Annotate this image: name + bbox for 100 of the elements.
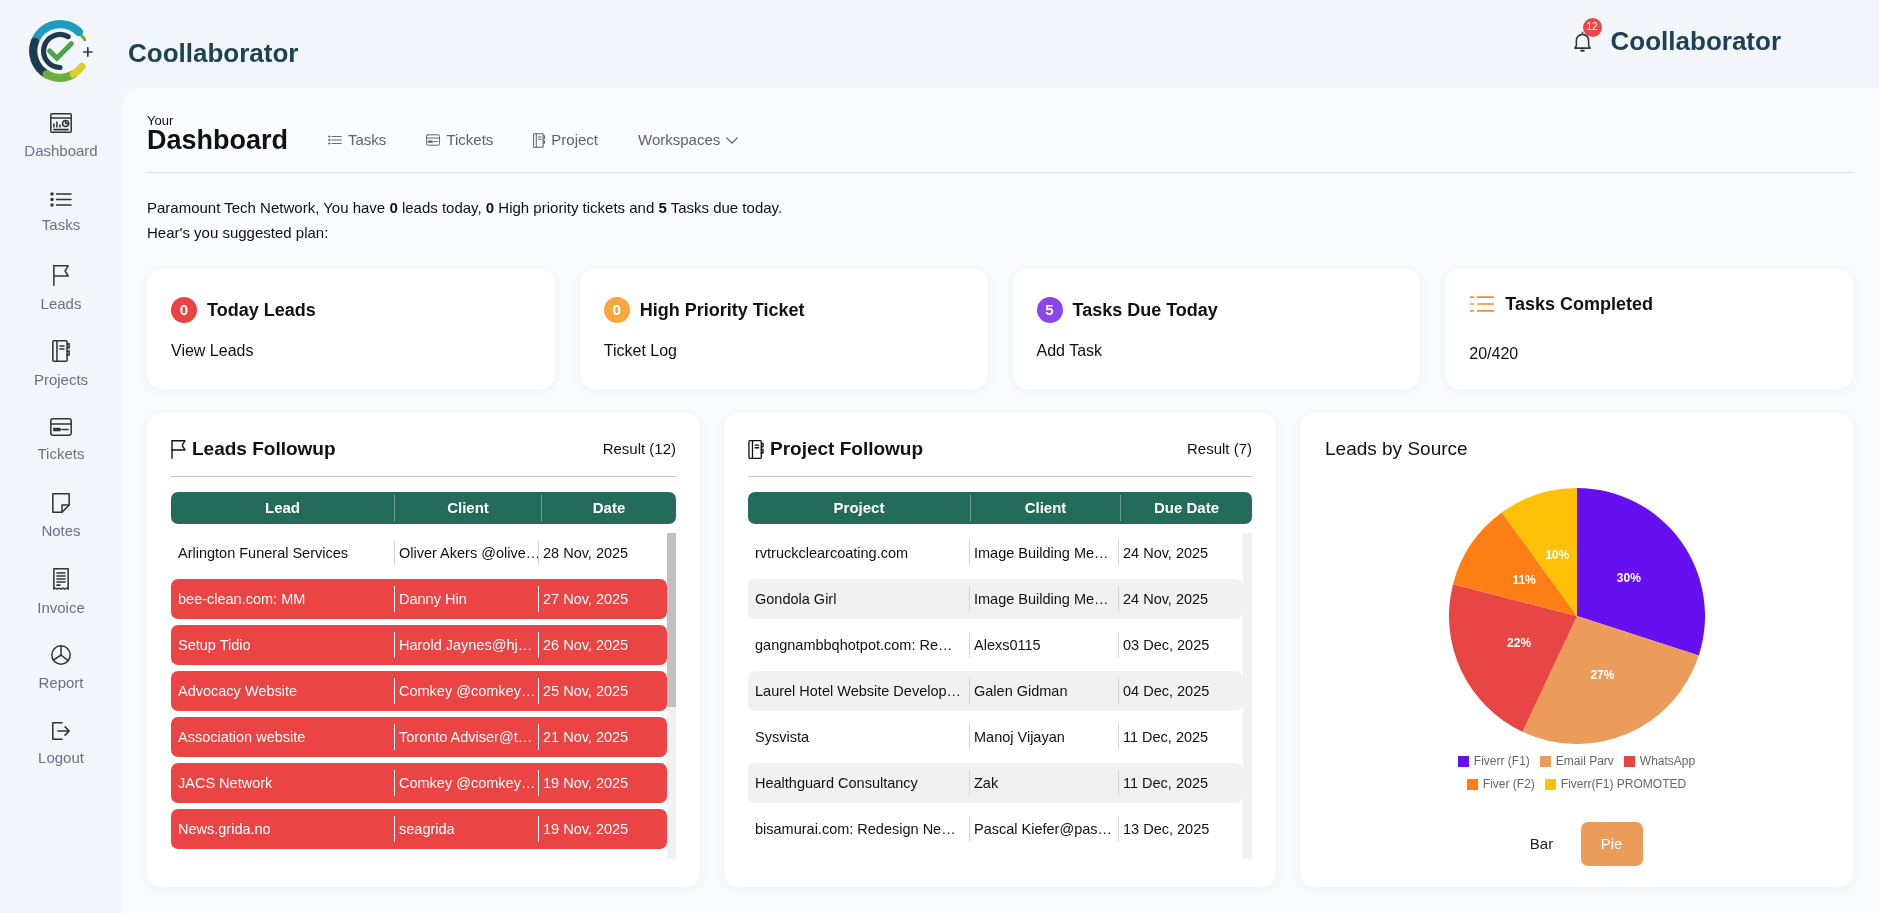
sidebar-item[interactable]: Dashboard [5, 100, 117, 176]
list-icon [50, 191, 72, 207]
table-row[interactable]: Healthguard Consultancy Zak 11 Dec, 2025 [748, 763, 1243, 803]
column-header[interactable]: Lead [171, 495, 394, 521]
table-cell-text: Setup Tidio [178, 636, 252, 655]
table-cell-text: bisamurai.com: Redesign Ne… [755, 820, 957, 839]
table-cell: Zak [969, 770, 1118, 796]
table-cell: Image Building Me… [969, 540, 1118, 566]
logout-icon [52, 722, 70, 741]
legend-label[interactable]: Fiver (F2) [1482, 773, 1535, 796]
table-cell: Harold Jaynes@hj… [394, 632, 538, 658]
column-header[interactable]: Client [970, 495, 1120, 521]
sidebar-item[interactable]: Invoice [5, 556, 117, 632]
scrollbar-thumb[interactable] [667, 533, 676, 707]
notification-badge: 12 [1582, 17, 1602, 37]
notebook-icon [52, 340, 70, 363]
bell-icon[interactable] [1573, 30, 1591, 52]
legend-label[interactable]: WhatsApp [1639, 750, 1696, 773]
table-cell-text: News.grida.no [178, 820, 272, 839]
count-badge: 0 [171, 297, 197, 323]
chart-type-button[interactable]: Bar [1510, 822, 1573, 866]
column-header[interactable]: Client [394, 495, 541, 521]
table-cell: Image Building Me… [969, 586, 1118, 612]
dashboard-icon [50, 113, 72, 134]
pie-chart-icon [51, 645, 71, 666]
sidebar-item[interactable]: Leads [5, 252, 117, 328]
column-header[interactable]: Date [541, 495, 676, 521]
card-title: Tasks Completed [1505, 292, 1653, 316]
section-title: Project Followup [770, 436, 924, 461]
dropdown-tab[interactable]: Workspaces [638, 128, 739, 152]
table-cell-text: Gondola Girl [755, 590, 838, 609]
table-row[interactable]: bee-clean.com: MM Danny Hin 27 Nov, 2025 [171, 579, 667, 619]
flag-icon [171, 439, 186, 459]
nav-tab[interactable]: Project [533, 128, 598, 152]
nav-tab[interactable]: Tickets [426, 128, 494, 152]
slice-label: 22% [1506, 636, 1531, 651]
card-link[interactable]: Add Task [1036, 340, 1103, 362]
legend-label[interactable]: Fiverr (F1) [1473, 750, 1530, 773]
chart-title: Leads by Source [1324, 437, 1469, 461]
sidebar-item[interactable]: Tasks [5, 176, 117, 252]
table-cell-text: Healthguard Consultancy [755, 774, 919, 793]
table-cell-text: Arlington Funeral Services [178, 544, 350, 563]
table-row[interactable]: Advocacy Website Comkey @comkey… 25 Nov, 2025 [171, 671, 667, 711]
table-cell-text: Advocacy Website [178, 682, 298, 701]
card-icon [426, 134, 441, 146]
table-cell: Danny Hin [394, 586, 538, 612]
table-cell: Comkey @comkey… [394, 770, 538, 796]
page-title: Dashboard [147, 128, 289, 152]
app-title: Coollaborator [128, 38, 299, 68]
flag-icon [53, 264, 69, 286]
notebook-icon [533, 132, 546, 148]
chevron-down-icon [726, 136, 739, 144]
table-cell: Oliver Akers @olive… [394, 540, 538, 566]
count-badge: 0 [603, 297, 630, 323]
logo-icon [28, 19, 94, 83]
nav-tab[interactable]: Tasks [328, 128, 387, 152]
table-cell: Comkey @comkey… [394, 678, 538, 704]
card-title: Today Leads [207, 298, 316, 322]
card-link[interactable]: Ticket Log [603, 340, 677, 362]
table-cell: seagrida [394, 816, 538, 842]
table-row[interactable]: Gondola Girl Image Building Me… 24 Nov, 2025 [748, 579, 1243, 619]
table-cell: Alexs0115 [969, 632, 1118, 658]
slice-label: 10% [1544, 548, 1569, 563]
sidebar-item[interactable]: Projects [5, 328, 117, 404]
scrollbar-track[interactable] [667, 533, 676, 859]
user-name[interactable]: Coollaborator [1610, 26, 1781, 56]
summary-text: Hear's you suggested plan: [147, 223, 330, 243]
receipt-icon [53, 568, 69, 591]
slice-label: 11% [1511, 573, 1536, 587]
list-icon [1469, 295, 1496, 313]
table-cell-text: gangnambbqhotpot.com: Re… [755, 636, 954, 655]
table-row[interactable]: News.grida.no seagrida 19 Nov, 2025 [171, 809, 667, 849]
result-count: Result (7) [1186, 438, 1252, 459]
section-title: Leads Followup [192, 436, 336, 461]
sidebar-item[interactable]: Report [5, 632, 117, 708]
sidebar-item[interactable]: Tickets [5, 404, 117, 480]
card-title: Tasks Due Today [1072, 298, 1218, 322]
column-header[interactable]: Due Date [1120, 495, 1252, 521]
table-row[interactable]: Setup Tidio Harold Jaynes@hj… 26 Nov, 2025 [171, 625, 667, 665]
notebook-icon [748, 439, 764, 459]
table-row[interactable]: Association website Toronto Adviser@t… 21 Nov, 2025 [171, 717, 667, 757]
slice-label: 27% [1589, 667, 1614, 682]
card-icon [50, 418, 72, 437]
list-icon [328, 135, 343, 145]
table-cell-text: Association website [178, 728, 307, 747]
table-cell-text: JACS Network [178, 774, 274, 793]
card-title: High Priority Ticket [639, 298, 805, 322]
sidebar-item[interactable]: Logout [5, 708, 117, 784]
legend-label[interactable]: Email Parv [1555, 750, 1614, 773]
table-cell: Manoj Vijayan [969, 724, 1118, 750]
table-cell-text: rvtruckclearcoating.com [755, 544, 910, 563]
card-link[interactable]: View Leads [171, 340, 254, 362]
legend-label[interactable]: Fiverr(F1) PROMOTED [1560, 773, 1687, 796]
column-header[interactable]: Project [748, 495, 970, 521]
table-row[interactable]: Laurel Hotel Website Develop… Galen Gidman 04 Dec, 2025 [748, 671, 1243, 711]
sidebar-item[interactable]: Notes [5, 480, 117, 556]
table-cell-text: Sysvista [755, 728, 810, 747]
table-cell-text: Laurel Hotel Website Develop… [755, 682, 963, 701]
table-row[interactable]: JACS Network Comkey @comkey… 19 Nov, 2025 [171, 763, 667, 803]
summary-text: Paramount Tech Network, You have 0 leads today, 0 High priority tickets and 5 Tasks due today. [147, 198, 784, 218]
